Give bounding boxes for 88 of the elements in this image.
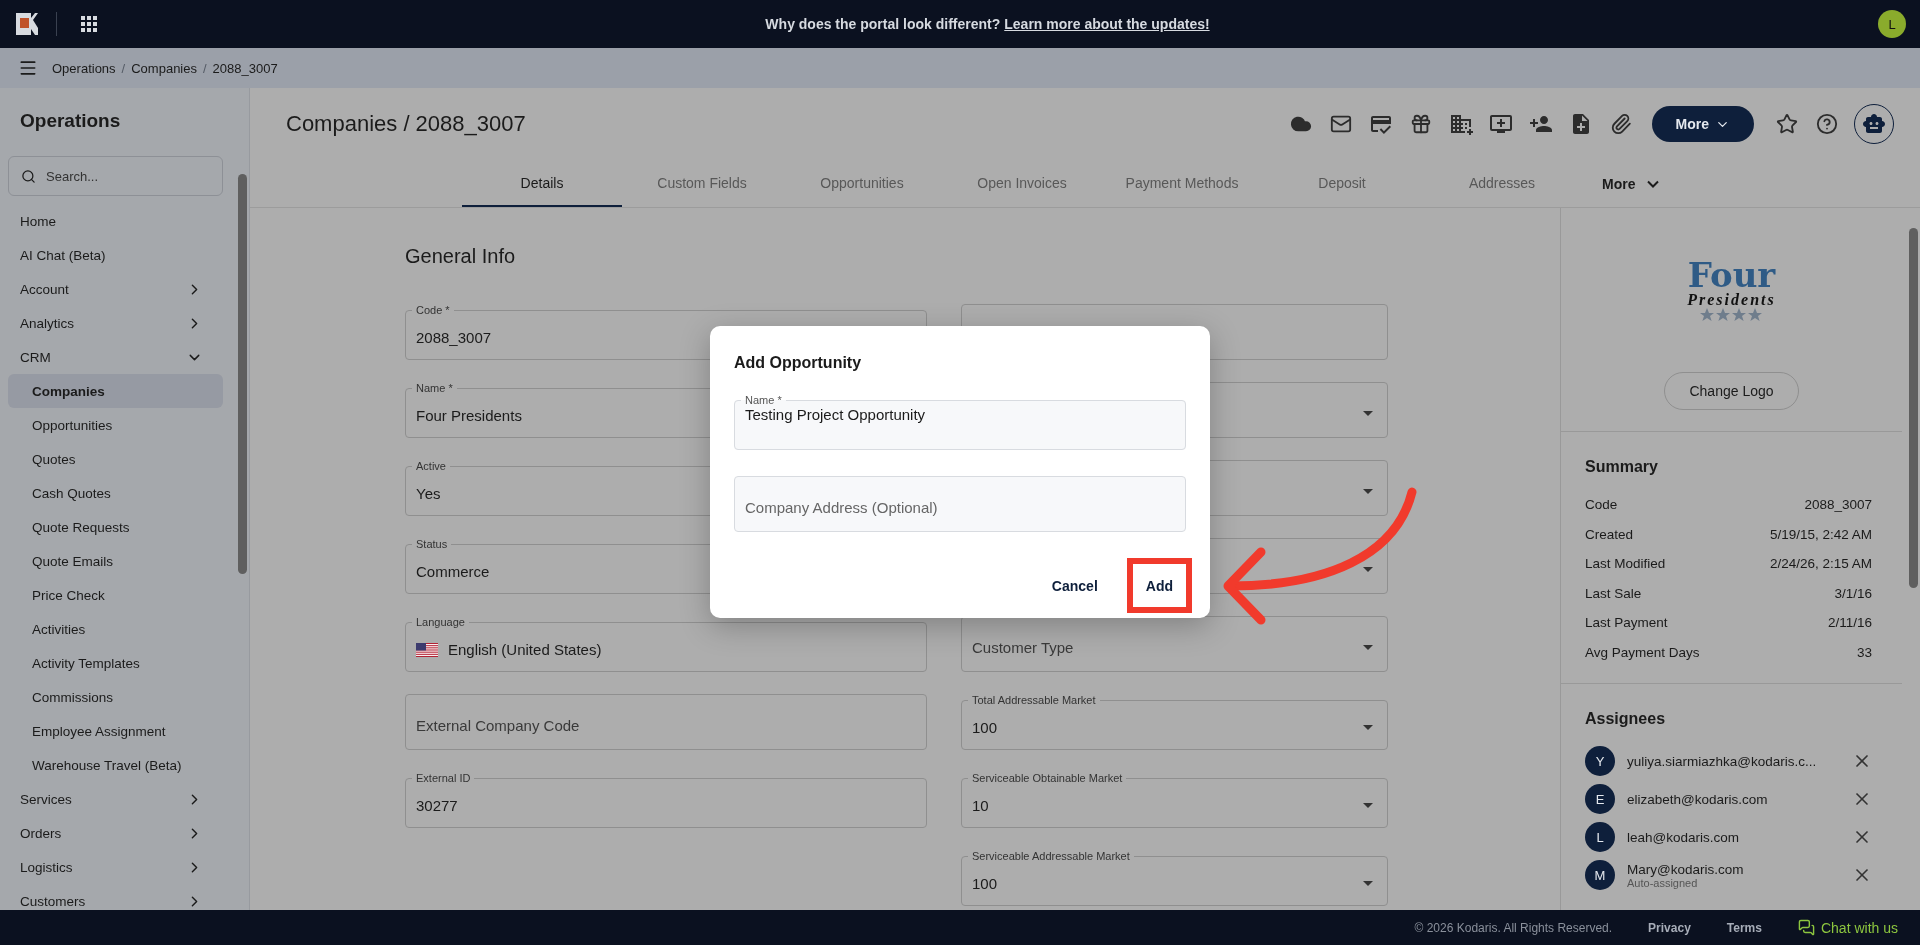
summary-label: Last Modified: [1585, 556, 1666, 572]
dropdown-arrow-icon: [1363, 410, 1373, 416]
search-icon: [21, 168, 36, 184]
breadcrumb-link[interactable]: Operations: [52, 60, 116, 76]
sidebar-item[interactable]: Quote Emails: [8, 544, 223, 578]
assignee-avatar: Y: [1585, 746, 1615, 776]
highlighted-button[interactable]: Add: [1126, 558, 1192, 613]
flag-icon: [416, 642, 438, 657]
assignee-note: Auto-assigned: [1627, 876, 1698, 889]
dropdown-arrow-icon: [1363, 881, 1373, 886]
sidebar-item[interactable]: AI Chat (Beta): [8, 238, 223, 272]
sidebar-item[interactable]: Warehouse Travel (Beta): [8, 748, 223, 782]
select-field[interactable]: Serviceable Obtainable Market 10: [961, 772, 1388, 828]
updates-link[interactable]: Learn more about the updates!: [1004, 16, 1210, 32]
assignee-avatar: L: [1585, 822, 1615, 852]
sidebar-item[interactable]: Customers: [8, 884, 223, 910]
sidebar-item[interactable]: CRM: [8, 340, 223, 374]
breadcrumb-separator: /: [203, 60, 207, 76]
input-field[interactable]: External Company Code: [405, 694, 927, 750]
section-title: General Info: [405, 245, 517, 268]
sidebar-item[interactable]: Home: [8, 204, 223, 238]
sidebar-item[interactable]: Cash Quotes: [8, 476, 223, 510]
menu-icon[interactable]: [18, 58, 38, 78]
page-title: Companies / 2088_3007: [286, 111, 527, 137]
sidebar-item[interactable]: Opportunities: [8, 408, 223, 442]
dropdown-arrow-icon: [1363, 725, 1373, 730]
announcement-text: Why does the portal look different?: [765, 16, 1001, 32]
robot-icon: [1862, 112, 1886, 136]
select-field[interactable]: Total Addressable Market 100: [961, 694, 1388, 750]
more-tabs-button[interactable]: More: [1582, 160, 1660, 207]
input-field[interactable]: External ID 30277: [405, 772, 927, 828]
section-title: Summary: [1585, 458, 1659, 476]
search-field[interactable]: Search...: [8, 156, 223, 196]
summary-label: Created: [1585, 526, 1634, 542]
user-avatar[interactable]: L: [1878, 10, 1906, 38]
sidebar-item[interactable]: Logistics: [8, 850, 223, 884]
dropdown-arrow-icon: [1363, 644, 1373, 650]
summary-label: Last Payment: [1585, 615, 1668, 631]
summary-value: 3/1/16: [1834, 585, 1872, 601]
breadcrumb-separator: /: [121, 60, 126, 76]
sidebar-item[interactable]: Activities: [8, 612, 223, 646]
assignee-email: leah@kodaris.com: [1627, 829, 1740, 845]
sidebar-title: Operations: [19, 109, 122, 132]
chevron-down-icon: [1647, 179, 1660, 188]
sidebar-item[interactable]: Quote Requests: [8, 510, 223, 544]
dropdown-arrow-icon: [1363, 488, 1373, 494]
summary-label: Avg Payment Days: [1585, 644, 1700, 660]
assignee-avatar: M: [1585, 860, 1615, 890]
select-field[interactable]: Serviceable Addressable Market 100: [961, 850, 1388, 906]
chat-link[interactable]: Chat with us: [1797, 919, 1898, 936]
input-field[interactable]: Company Address (Optional): [734, 476, 1186, 532]
apps-grid-icon[interactable]: [81, 16, 97, 32]
summary-label: Last Sale: [1585, 585, 1642, 601]
tab[interactable]: Details: [462, 160, 622, 207]
input-field[interactable]: Name * Testing Project Opportunity: [734, 394, 1186, 450]
sidebar-item[interactable]: Orders: [8, 816, 223, 850]
logo-icon: [16, 13, 38, 35]
sidebar-item[interactable]: Services: [8, 782, 223, 816]
sidebar-item[interactable]: Employee Assignment: [8, 714, 223, 748]
breadcrumb-link[interactable]: Companies: [131, 60, 197, 76]
dropdown-arrow-icon: [1363, 803, 1373, 808]
sidebar-item[interactable]: Activity Templates: [8, 646, 223, 680]
more-button[interactable]: More: [1651, 106, 1754, 142]
sidebar-item[interactable]: Account: [8, 272, 223, 306]
assignee-email: elizabeth@kodaris.com: [1627, 791, 1769, 807]
company-logo: Four Presidents: [1687, 258, 1776, 322]
sidebar-item[interactable]: Commissions: [8, 680, 223, 714]
sidebar-item[interactable]: Companies: [8, 374, 223, 408]
section-title: Assignees: [1585, 710, 1667, 728]
summary-label: Code: [1585, 497, 1618, 513]
sidebar-item[interactable]: Analytics: [8, 306, 223, 340]
summary-value: 33: [1856, 644, 1872, 660]
summary-value: 2088_3007: [1804, 497, 1872, 513]
copyright-text: © 2026 Kodaris. All Rights Reserved.: [1414, 920, 1613, 935]
summary-value: 2/24/26, 2:15 AM: [1769, 556, 1872, 572]
footer-link[interactable]: Privacy: [1648, 920, 1691, 935]
sidebar-item[interactable]: Quotes: [8, 442, 223, 476]
dropdown-arrow-icon: [1363, 566, 1373, 572]
breadcrumb-link[interactable]: 2088_3007: [212, 60, 278, 76]
assignee-email: yuliya.siarmiazhka@kodaris.c...: [1627, 753, 1818, 769]
summary-value: 5/19/15, 2:42 AM: [1769, 526, 1872, 542]
sidebar-item[interactable]: Price Check: [8, 578, 223, 612]
help-icon[interactable]: [1814, 111, 1840, 137]
assignee-avatar: E: [1585, 784, 1615, 814]
chat-icon: [1797, 919, 1815, 936]
assignee-email: Mary@kodaris.com: [1627, 861, 1745, 877]
footer-link[interactable]: Terms: [1726, 920, 1762, 935]
summary-value: 2/11/16: [1827, 615, 1872, 631]
